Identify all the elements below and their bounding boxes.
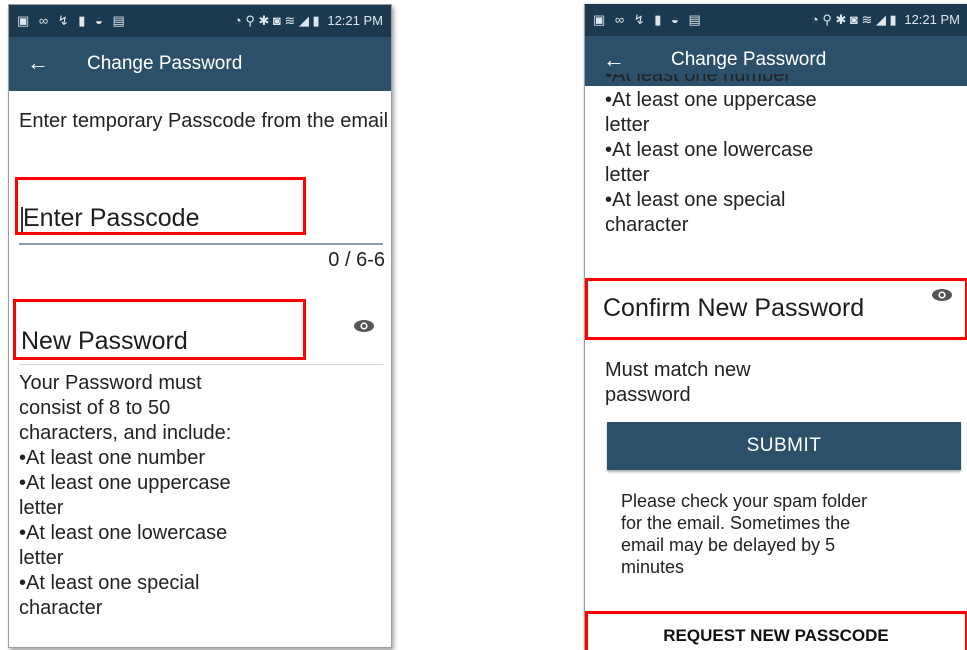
- requirement-line: letter: [19, 497, 64, 519]
- left-phone-screen: ▣ ∞ ↯ ▮ ◒ ▤ ◔ ⚲ ✱ ◙ ≋ ◢ ▮ 12:21 PM ← Cha…: [8, 4, 392, 648]
- requirement-line: •At least one number: [19, 447, 205, 469]
- clock: 12:21 PM: [904, 12, 960, 27]
- requirement-line-partial: •At least one number: [605, 74, 791, 86]
- password-requirements: •At least one uppercase letter •At least…: [605, 88, 817, 238]
- confirm-password-highlight-box: [585, 278, 967, 340]
- page-title: Change Password: [671, 49, 827, 70]
- requirement-line: •At least one uppercase: [605, 89, 817, 111]
- passcode-instruction: Enter temporary Passcode from the email: [19, 110, 389, 132]
- status-bar: ▣ ∞ ↯ ▮ ◒ ▤ ◔ ⚲ ✱ ◙ ≋ ◢ ▮ 12:21 PM: [9, 5, 391, 37]
- clock: 12:21 PM: [327, 13, 383, 28]
- back-arrow-icon[interactable]: ←: [27, 49, 49, 77]
- passcode-counter: 0 / 6-6: [328, 249, 385, 271]
- password-requirements: Your Password must consist of 8 to 50 ch…: [19, 371, 231, 621]
- requirement-line: •At least one special: [605, 189, 786, 211]
- form-content: Enter temporary Passcode from the email …: [9, 91, 391, 647]
- confirm-hint: Must match new password: [605, 358, 751, 408]
- app-bar: ← Change Password: [9, 37, 391, 91]
- request-highlight-box: [585, 611, 967, 650]
- new-password-underline: [19, 364, 383, 365]
- system-icons: ◔ ⚲ ✱ ◙ ≋ ◢ ▮: [233, 13, 320, 28]
- requirement-line: •At least one lowercase: [19, 522, 228, 544]
- passcode-highlight-box: [15, 177, 306, 235]
- requirement-line: •At least one lowercase: [605, 139, 814, 161]
- eye-icon[interactable]: [353, 319, 375, 333]
- requirement-line: consist of 8 to 50: [19, 397, 171, 419]
- requirement-line: letter: [605, 164, 650, 186]
- status-bar: ▣ ∞ ↯ ▮ ◒ ▤ ◔ ⚲ ✱ ◙ ≋ ◢ ▮ 12:21 PM: [585, 4, 967, 36]
- right-phone-screen: ▣ ∞ ↯ ▮ ◒ ▤ ◔ ⚲ ✱ ◙ ≋ ◢ ▮ 12:21 PM ← Cha…: [584, 4, 967, 650]
- status-icons-group: ◔ ⚲ ✱ ◙ ≋ ◢ ▮ 12:21 PM: [811, 12, 960, 28]
- form-content-scrolled: •At least one number •At least one upper…: [585, 74, 967, 650]
- hint-line: password: [605, 384, 691, 406]
- scrolled-partial-text: •At least one number: [605, 74, 945, 88]
- requirement-line: Your Password must: [19, 372, 202, 394]
- system-icons: ◔ ⚲ ✱ ◙ ≋ ◢ ▮: [810, 12, 897, 27]
- requirement-line: •At least one special: [19, 572, 200, 594]
- note-line: Please check your spam folder: [621, 491, 868, 511]
- requirement-line: letter: [19, 547, 64, 569]
- requirement-line: •At least one uppercase: [19, 472, 231, 494]
- hint-line: Must match new: [605, 359, 751, 381]
- back-arrow-icon[interactable]: ←: [603, 46, 625, 74]
- requirement-line: character: [19, 597, 103, 619]
- status-icons-group: ◔ ⚲ ✱ ◙ ≋ ◢ ▮ 12:21 PM: [234, 13, 383, 29]
- requirement-line: characters, and include:: [19, 422, 232, 444]
- notification-icons: ▣ ∞ ↯ ▮ ◒ ▤: [17, 13, 128, 28]
- new-password-highlight-box: [13, 299, 306, 360]
- notification-icons: ▣ ∞ ↯ ▮ ◒ ▤: [593, 12, 704, 27]
- note-line: minutes: [621, 557, 685, 577]
- spam-note: Please check your spam folder for the em…: [621, 490, 867, 578]
- page-title: Change Password: [87, 53, 243, 74]
- passcode-underline: [19, 243, 383, 245]
- submit-button[interactable]: SUBMIT: [607, 422, 961, 470]
- note-line: email may be delayed by 5: [621, 535, 836, 555]
- requirement-line: character: [605, 214, 689, 236]
- note-line: for the email. Sometimes the: [621, 513, 851, 533]
- requirement-line: letter: [605, 114, 650, 136]
